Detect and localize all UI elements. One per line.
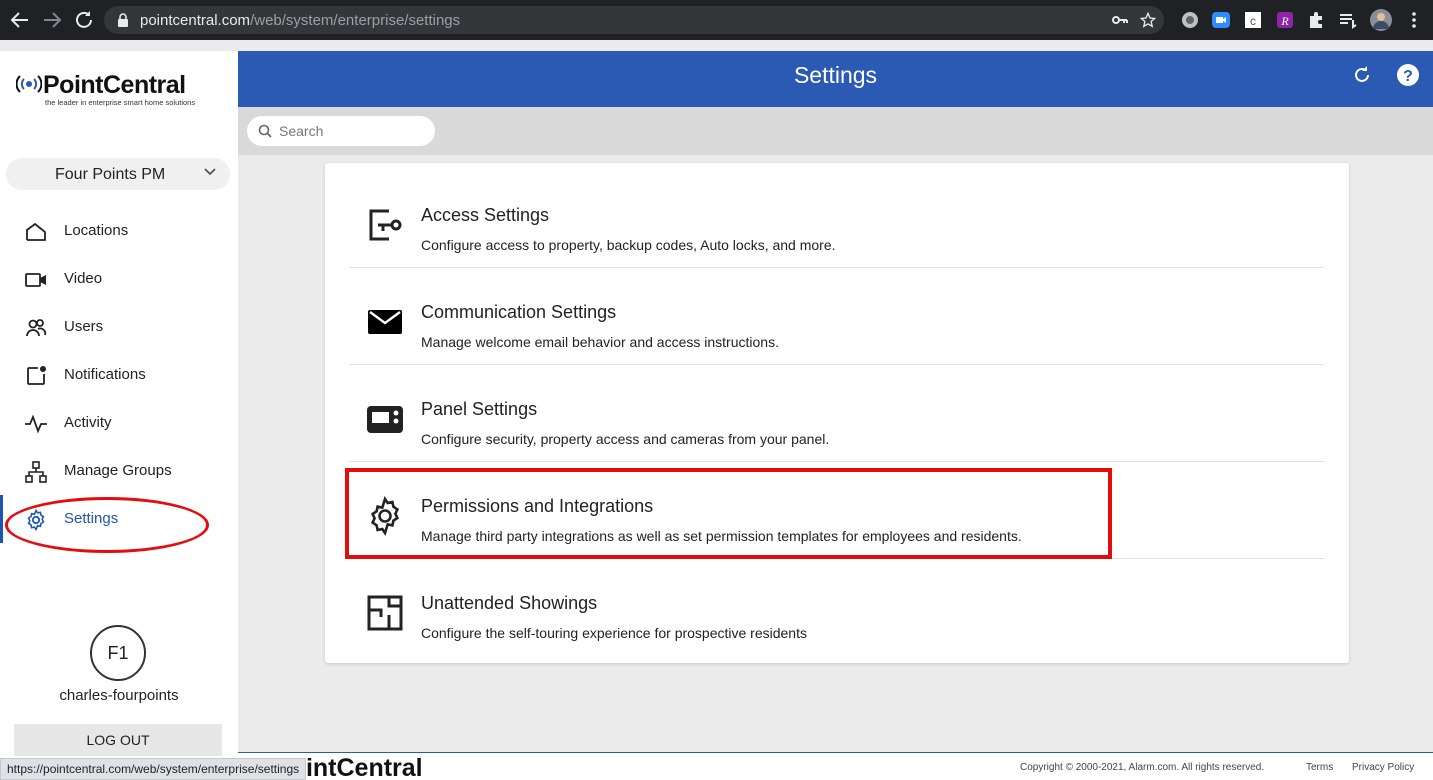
sidebar: PointCentral the leader in enterprise sm… xyxy=(0,51,238,780)
key-icon[interactable] xyxy=(1112,13,1128,27)
footer-terms-link[interactable]: Terms xyxy=(1306,762,1333,773)
home-icon xyxy=(26,222,46,241)
sidebar-item-manage-groups[interactable]: Manage Groups xyxy=(0,451,238,491)
signal-logo-icon xyxy=(16,75,42,93)
logout-button[interactable]: LOG OUT xyxy=(14,724,222,756)
settings-row-panel[interactable]: Panel Settings Configure security, prope… xyxy=(349,365,1325,462)
search-box[interactable] xyxy=(247,116,435,146)
sidebar-item-label: Activity xyxy=(64,414,112,431)
search-input[interactable] xyxy=(279,122,429,140)
svg-text:R: R xyxy=(1280,14,1289,28)
panel-icon xyxy=(367,406,403,433)
page-header: Settings ? xyxy=(238,51,1433,107)
video-camera-icon xyxy=(25,273,46,287)
highlight-circle-annotation xyxy=(5,497,209,553)
browser-status-url: https://pointcentral.com/web/system/ente… xyxy=(0,758,307,780)
svg-text:?: ? xyxy=(1403,68,1413,85)
sidebar-item-label: Users xyxy=(64,318,104,335)
refresh-icon[interactable] xyxy=(1350,63,1374,87)
url-domain: pointcentral.com xyxy=(140,12,251,29)
settings-row-description: Configure security, property access and … xyxy=(421,431,830,447)
footer: PointCentral Copyright © 2000-2021, Alar… xyxy=(238,752,1433,780)
url-path: /web/system/enterprise/settings xyxy=(250,12,461,29)
floorplan-icon xyxy=(367,595,403,631)
sidebar-item-activity[interactable]: Activity xyxy=(0,403,238,443)
lock-icon xyxy=(118,13,128,27)
profile-avatar-icon[interactable] xyxy=(1370,9,1392,31)
highlight-box-annotation xyxy=(345,468,1112,559)
c-extension-icon[interactable]: c xyxy=(1243,10,1263,30)
page-title: Settings xyxy=(793,62,878,88)
settings-row-title: Communication Settings xyxy=(421,302,617,322)
zoom-extension-icon[interactable] xyxy=(1211,10,1231,30)
key-access-icon xyxy=(369,209,402,241)
envelope-icon xyxy=(368,310,402,334)
reload-icon[interactable] xyxy=(72,8,96,32)
sidebar-item-label: Notifications xyxy=(64,366,146,383)
r-extension-icon[interactable]: R xyxy=(1275,10,1295,30)
settings-row-description: Configure the self-touring experience fo… xyxy=(421,625,807,641)
hierarchy-icon xyxy=(25,461,47,483)
browser-toolbar: pointcentral.com/web/system/enterprise/s… xyxy=(0,0,1433,40)
avatar[interactable]: F1 xyxy=(90,625,146,681)
logo-tagline: the leader in enterprise smart home solu… xyxy=(45,98,196,107)
puzzle-icon[interactable] xyxy=(1306,10,1326,30)
settings-row-unattended-showings[interactable]: Unattended Showings Configure the self-t… xyxy=(349,559,1325,656)
back-arrow-icon[interactable] xyxy=(8,8,32,32)
sidebar-item-label: Locations xyxy=(64,222,129,239)
activity-pulse-icon xyxy=(25,414,47,434)
sidebar-item-video[interactable]: Video xyxy=(0,259,238,299)
url-text: pointcentral.com/web/system/enterprise/s… xyxy=(140,12,460,29)
settings-row-access[interactable]: Access Settings Configure access to prop… xyxy=(349,171,1325,268)
settings-row-description: Manage welcome email behavior and access… xyxy=(421,334,779,350)
settings-card: Access Settings Configure access to prop… xyxy=(325,163,1349,663)
forward-arrow-icon[interactable] xyxy=(40,8,64,32)
settings-row-title: Panel Settings xyxy=(421,399,538,419)
sidebar-item-locations[interactable]: Locations xyxy=(0,211,238,251)
settings-row-description: Configure access to property, backup cod… xyxy=(421,237,836,253)
settings-row-communication[interactable]: Communication Settings Manage welcome em… xyxy=(349,268,1325,365)
svg-text:c: c xyxy=(1250,14,1256,28)
reading-list-icon[interactable] xyxy=(1338,10,1358,30)
sidebar-item-notifications[interactable]: Notifications xyxy=(0,355,238,395)
footer-copyright: Copyright © 2000-2021, Alarm.com. All ri… xyxy=(1020,762,1265,773)
address-bar[interactable]: pointcentral.com/web/system/enterprise/s… xyxy=(104,6,1164,34)
sidebar-item-users[interactable]: Users xyxy=(0,307,238,347)
pointcentral-logo[interactable]: PointCentral the leader in enterprise sm… xyxy=(16,71,195,107)
star-icon[interactable] xyxy=(1140,12,1156,28)
kebab-menu-icon[interactable] xyxy=(1404,10,1424,30)
footer-privacy-link[interactable]: Privacy Policy xyxy=(1352,762,1414,773)
extension-circle-icon[interactable] xyxy=(1180,10,1200,30)
sidebar-item-label: Manage Groups xyxy=(64,462,172,479)
organization-selector[interactable]: Four Points PM xyxy=(6,158,230,190)
username: charles-fourpoints xyxy=(59,687,179,704)
search-toolbar xyxy=(238,107,1433,155)
sidebar-item-label: Video xyxy=(64,270,103,287)
settings-row-title: Unattended Showings xyxy=(421,593,598,613)
settings-row-title: Access Settings xyxy=(421,205,550,225)
notification-icon xyxy=(27,366,46,385)
help-icon[interactable]: ? xyxy=(1396,63,1420,87)
organization-name: Four Points PM xyxy=(55,166,166,183)
chevron-down-icon xyxy=(204,168,216,176)
users-icon xyxy=(26,319,47,337)
search-icon xyxy=(258,124,272,138)
